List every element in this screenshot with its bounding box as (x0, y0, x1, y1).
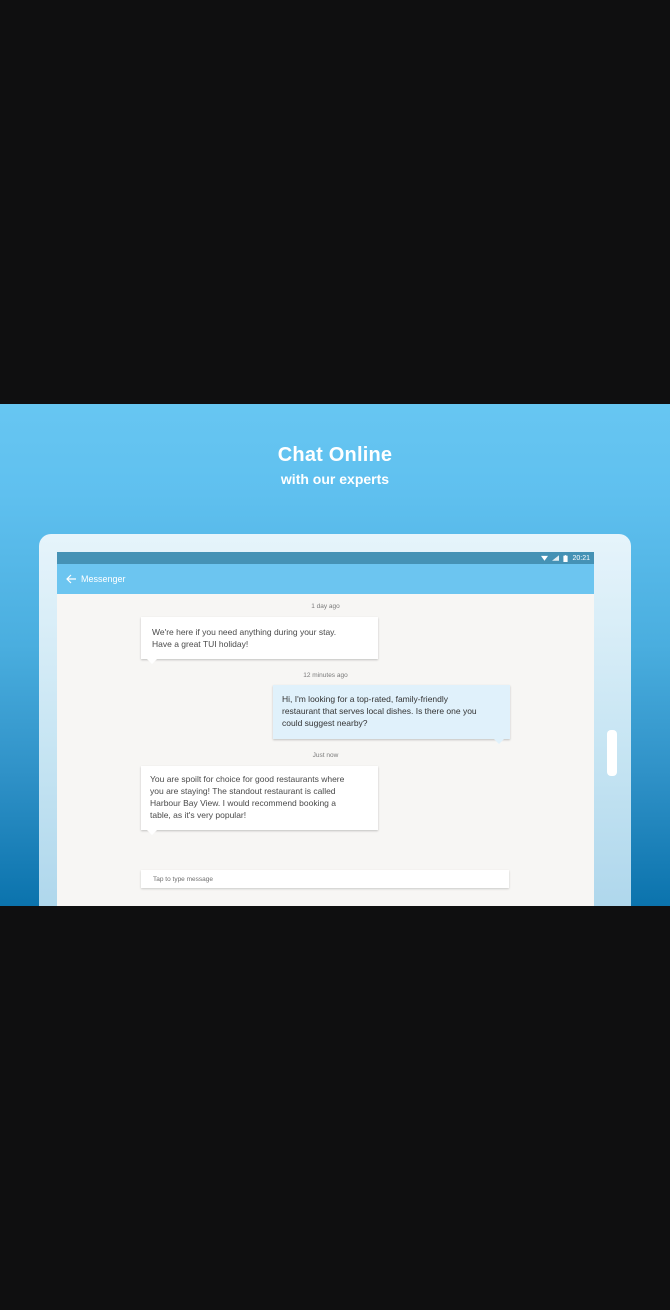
user-message-bubble: Hi, I'm looking for a top-rated, family-… (273, 685, 510, 744)
bubble-tail (494, 739, 504, 744)
tablet-frame: 20:21 Messenger 1 day ago We're here if … (39, 534, 631, 906)
screenshot-page: Chat Online with our experts 20:21 Messe… (0, 0, 670, 1310)
status-time: 20:21 (572, 554, 590, 562)
bubble-tail (147, 659, 157, 664)
status-icons: 20:21 (541, 552, 590, 564)
message-line: Have a great TUI holiday! (152, 639, 249, 649)
promo-banner: Chat Online with our experts 20:21 Messe… (0, 404, 670, 906)
tablet-screen: 20:21 Messenger 1 day ago We're here if … (57, 552, 594, 906)
promo-title: Chat Online (277, 444, 393, 466)
signal-icon (552, 555, 560, 561)
message-timestamp: 12 minutes ago (303, 672, 348, 679)
battery-icon (563, 554, 569, 562)
message-line: restaurant that serves local dishes. Is … (282, 706, 477, 716)
message-timestamp: Just now (312, 752, 339, 759)
app-bar: Messenger (57, 564, 594, 594)
message-composer (141, 870, 509, 888)
message-line: table, as it's very popular! (150, 810, 247, 820)
message-line: Harbour Bay View. I would recommend book… (150, 798, 336, 808)
bubble-tail (147, 830, 157, 835)
tablet-side-button (607, 730, 617, 776)
app-bar-title: Messenger (81, 574, 126, 584)
message-line: Hi, I'm looking for a top-rated, family-… (282, 694, 449, 704)
message-input[interactable] (153, 875, 509, 883)
message-line: You are spoilt for choice for good resta… (150, 774, 345, 784)
arrow-left-icon[interactable] (65, 573, 77, 585)
agent-message-bubble: You are spoilt for choice for good resta… (141, 766, 378, 835)
promo-subtitle: with our experts (280, 471, 390, 487)
message-line: you are staying! The standout restaurant… (150, 786, 336, 796)
agent-message-bubble: We're here if you need anything during y… (141, 617, 378, 664)
message-line: We're here if you need anything during y… (152, 627, 337, 637)
message-line: could suggest nearby? (282, 718, 368, 728)
wifi-icon (541, 555, 549, 561)
status-bar: 20:21 (57, 552, 594, 564)
message-timestamp: 1 day ago (311, 603, 340, 610)
